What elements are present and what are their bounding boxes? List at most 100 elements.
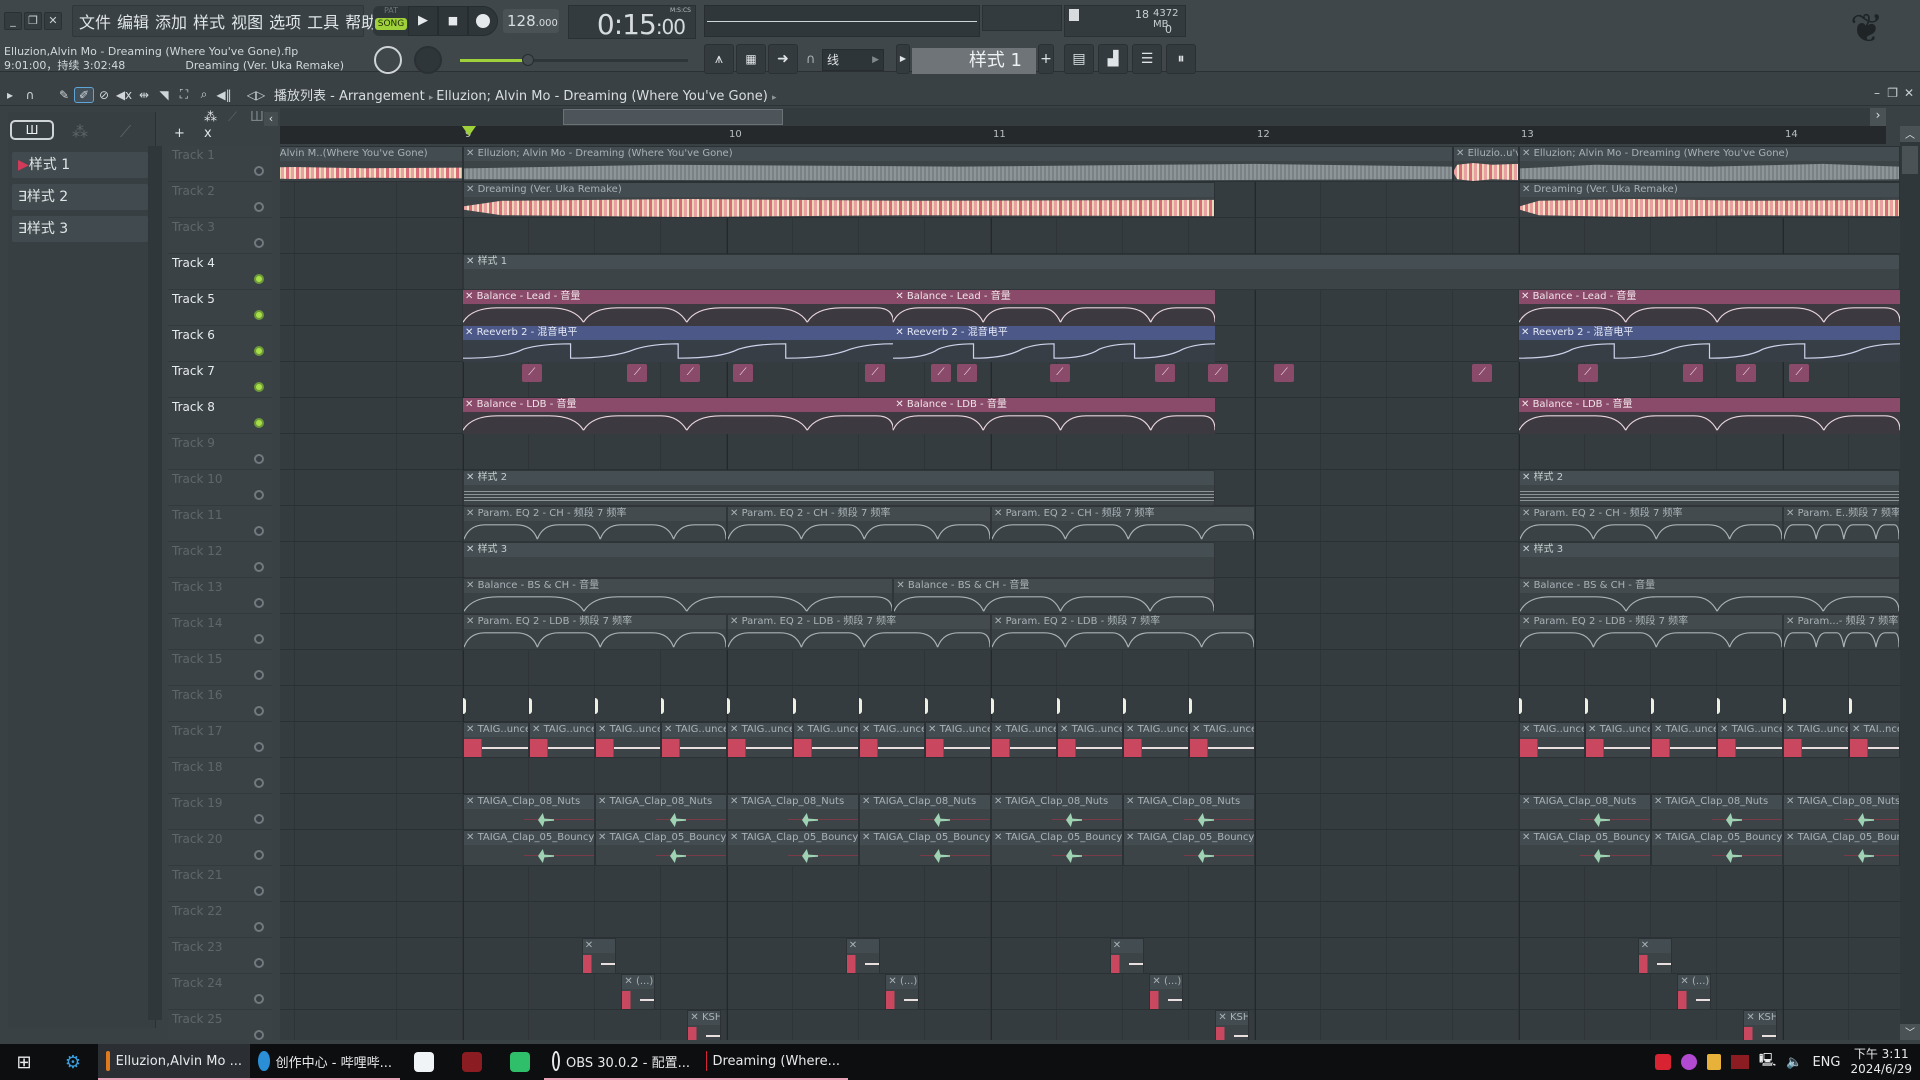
menu-view[interactable]: 视图 <box>231 9 263 33</box>
playlist-clip[interactable]: ✕ TAIG..unce <box>991 722 1057 758</box>
menu-file[interactable]: 文件 <box>79 9 111 33</box>
clip-menu-icon[interactable]: ✕ <box>466 832 478 843</box>
select-tool-icon[interactable]: ⛶ <box>174 87 194 102</box>
clip-menu-icon[interactable]: ✕ <box>466 796 478 807</box>
clip-menu-icon[interactable]: ✕ <box>690 1012 702 1023</box>
clip-menu-icon[interactable]: ✕ <box>598 724 610 735</box>
slip-tool-icon[interactable]: ⇹ <box>134 88 154 102</box>
automation-clip-icon[interactable]: ⟋ <box>521 364 542 382</box>
track-lane[interactable] <box>280 866 1900 902</box>
mute-tool-icon[interactable]: ◀x <box>114 88 134 102</box>
clip-menu-icon[interactable]: ✕ <box>895 327 907 338</box>
clip-menu-icon[interactable]: ✕ <box>1522 472 1534 483</box>
menu-edit[interactable]: 编辑 <box>117 9 149 33</box>
voicemeeter-tray-icon[interactable] <box>1730 1055 1749 1069</box>
automation-clip-icon[interactable]: ⟋ <box>1208 364 1229 382</box>
qq-tray-icon[interactable] <box>1680 1054 1697 1070</box>
track-enable-led[interactable] <box>254 310 264 320</box>
clip-menu-icon[interactable]: ✕ <box>1746 1012 1758 1023</box>
master-pitch-knob[interactable] <box>414 46 442 74</box>
track-header[interactable]: Track 2 <box>168 182 272 218</box>
clock[interactable]: 下午 3:11 2024/6/29 <box>1850 1047 1912 1077</box>
playlist-grid[interactable]: ✕ Elluzion; Alvin M..(Where You've Gone)… <box>280 146 1900 1040</box>
menu-patterns[interactable]: 样式 <box>193 9 225 33</box>
playlist-clip[interactable]: ✕ TAIGA_Clap_05_Bouncy <box>463 830 595 866</box>
slice-tool-icon[interactable]: ◥ <box>154 88 174 102</box>
clip-menu-icon[interactable]: ✕ <box>466 184 478 195</box>
playlist-clip[interactable]: ✕ TAIGA_Clap_08_Nuts <box>1651 794 1783 830</box>
automation-clip-icon[interactable]: ⟋ <box>957 364 978 382</box>
track-lane[interactable] <box>280 1010 1900 1040</box>
clip-menu-icon[interactable]: ✕ <box>895 291 907 302</box>
taskbar-item-obs[interactable]: OBS 30.0.2 - 配置... <box>544 1044 698 1080</box>
playlist-clip[interactable]: ✕ TAIG..unce <box>661 722 727 758</box>
clip-menu-icon[interactable]: ✕ <box>862 832 874 843</box>
track-header[interactable]: Track 8 <box>168 398 272 434</box>
track-header[interactable]: Track 10 <box>168 470 272 506</box>
playlist-clip[interactable]: ✕ Param. EQ 2 - CH - 频段 7 频率 <box>463 506 727 542</box>
clip-menu-icon[interactable]: ✕ <box>1456 148 1468 159</box>
playlist-clip[interactable]: ✕ TAIGA_Clap_05_Bouncy <box>1651 830 1783 866</box>
track-header[interactable]: Track 20 <box>168 830 272 866</box>
playlist-maximize-button[interactable]: ❐ <box>1887 86 1898 100</box>
playlist-clip[interactable]: ✕ Elluzion; Alvin M..(Where You've Gone) <box>280 146 463 182</box>
playlist-clip[interactable]: ✕ Reeverb 2 - 混音电平 <box>893 326 1216 362</box>
playlist-clip[interactable]: ✕ Reeverb 2 - 混音电平 <box>1519 326 1900 362</box>
audio-clip-icon[interactable]: ⁂ <box>204 110 217 125</box>
track-lane[interactable] <box>280 974 1900 1010</box>
clip-menu-icon[interactable]: ✕ <box>1786 724 1798 735</box>
playlist-clip[interactable]: ✕ TAIGA_Clap_08_Nuts <box>1783 794 1900 830</box>
clip-menu-icon[interactable]: ✕ <box>1522 724 1534 735</box>
playlist-clip[interactable]: ✕ TAIGA_Clap_05_Bouncy <box>1783 830 1900 866</box>
clip-menu-icon[interactable]: ✕ <box>1720 724 1732 735</box>
playlist-clip[interactable]: ✕ TAIGA_Clap_05_Bouncy <box>1519 830 1651 866</box>
playlist-clip[interactable]: ✕ <box>581 938 616 974</box>
restore-button[interactable]: ❐ <box>24 12 42 30</box>
playlist-clip[interactable]: ✕ TAIG..unce <box>925 722 991 758</box>
playlist-clip[interactable]: ✕ Balance - Lead - 音量 <box>893 290 1216 326</box>
automation-clip-icon[interactable]: ⟋ <box>1049 364 1070 382</box>
clip-menu-icon[interactable]: ✕ <box>1218 1012 1230 1023</box>
automation-icon[interactable]: ⟋ <box>228 110 237 125</box>
play-button[interactable]: ▶ <box>408 6 438 36</box>
clip-menu-icon[interactable]: ✕ <box>1654 832 1666 843</box>
pattern-item[interactable]: ∃样式 3 <box>12 216 148 242</box>
song-position-bar[interactable] <box>704 5 980 37</box>
minimize-button[interactable]: _ <box>4 12 22 30</box>
playlist-clip[interactable]: ✕ TAIG..unce <box>595 722 661 758</box>
playlist-clip[interactable]: ✕ (...) <box>621 974 656 1010</box>
taskbar-item-voicemeeter[interactable] <box>448 1044 496 1080</box>
playlist-clip[interactable]: ✕ TAIG..unce <box>1519 722 1585 758</box>
playlist-clip[interactable]: ✕ TAIG..unce <box>1057 722 1123 758</box>
pattern-prev-button[interactable]: ▶ <box>896 44 910 74</box>
playlist-overview[interactable]: › <box>280 108 1886 126</box>
playlist-clip[interactable]: ✕ KSH.._14 <box>687 1010 722 1040</box>
track-lane[interactable] <box>280 902 1900 938</box>
playlist-clip[interactable]: ✕ <box>1109 938 1144 974</box>
language-indicator[interactable]: ENG <box>1812 1055 1840 1070</box>
clip-menu-icon[interactable]: ✕ <box>664 724 676 735</box>
track-enable-led[interactable] <box>254 778 264 788</box>
playlist-clip[interactable]: ✕ TAIGA_Clap_05_Bouncy <box>727 830 859 866</box>
track-enable-led[interactable] <box>254 238 264 248</box>
clip-menu-icon[interactable]: ✕ <box>928 724 940 735</box>
track-enable-led[interactable] <box>254 814 264 824</box>
playlist-clip[interactable]: ✕ (...) <box>885 974 920 1010</box>
playlist-clip[interactable]: ✕ Reeverb 2 - 混音电平 <box>463 326 894 362</box>
playlist-clip[interactable]: ✕ Balance - Lead - 音量 <box>1519 290 1900 326</box>
clip-menu-icon[interactable]: ✕ <box>1522 832 1534 843</box>
paint-tool-icon[interactable]: ✐ <box>74 86 94 103</box>
track-enable-led[interactable] <box>254 922 264 932</box>
track-enable-led[interactable] <box>254 166 264 176</box>
playlist-clip[interactable]: ✕ Balance - LDB - 音量 <box>463 398 894 434</box>
clip-menu-icon[interactable]: ✕ <box>1680 976 1692 987</box>
stop-button[interactable]: ■ <box>438 6 468 36</box>
clip-menu-icon[interactable]: ✕ <box>994 796 1006 807</box>
track-header[interactable]: Track 12 <box>168 542 272 578</box>
taskbar-item-edge[interactable]: 创作中心 - 哔哩哔... <box>250 1044 400 1080</box>
playlist-clip[interactable]: ✕ KSH.._14 <box>1215 1010 1250 1040</box>
master-volume-knob[interactable] <box>374 46 402 74</box>
playlist-clip[interactable]: ✕ TAIG..unce <box>1585 722 1651 758</box>
pattern-item[interactable]: ▶样式 1 <box>12 152 148 178</box>
track-header[interactable]: Track 7 <box>168 362 272 398</box>
